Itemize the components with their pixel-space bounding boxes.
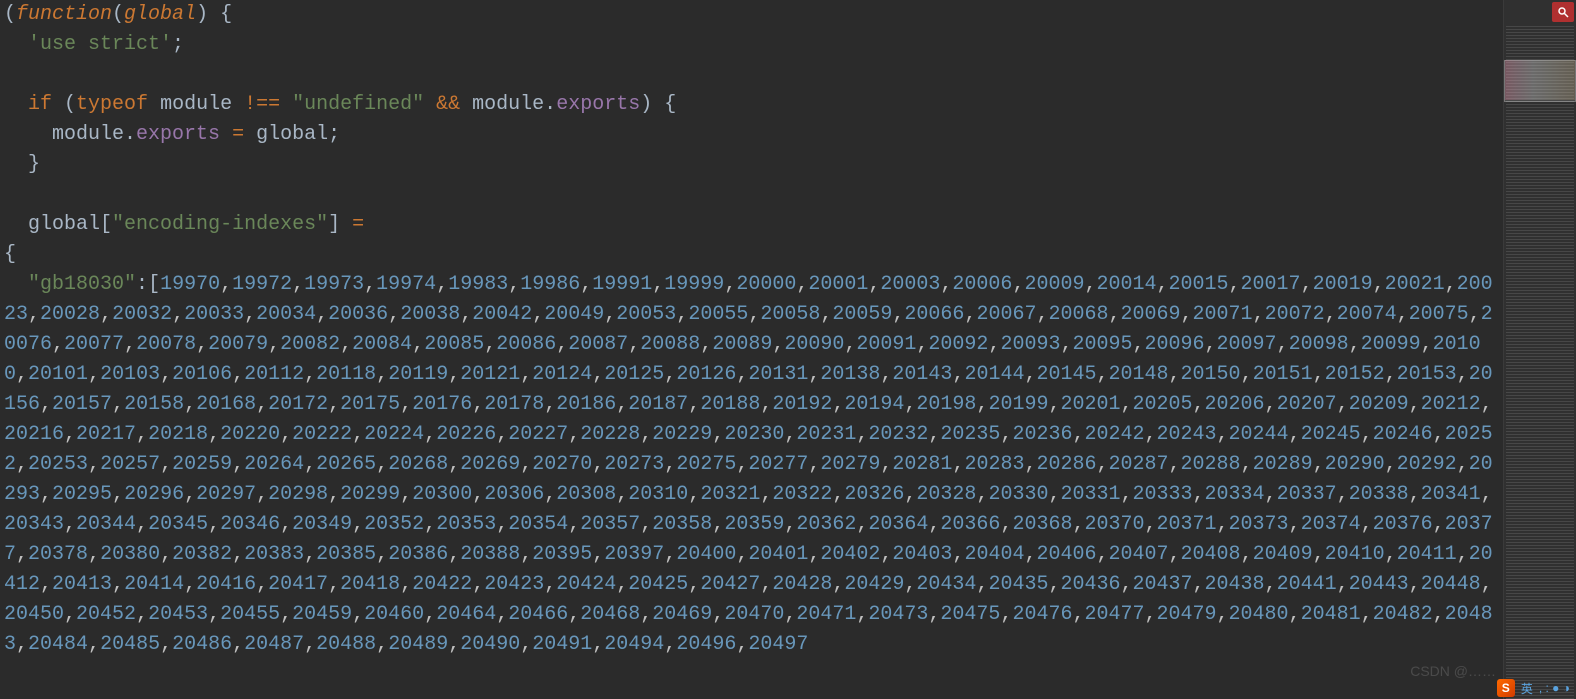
op-assign: =	[220, 123, 256, 146]
minimap[interactable]	[1503, 0, 1576, 699]
code-content: (function(global) { 'use strict'; if (ty…	[4, 0, 1499, 660]
keyword-typeof: typeof	[76, 93, 148, 116]
prop-exports: exports	[556, 93, 640, 116]
paren: (	[52, 93, 76, 116]
ime-language[interactable]: 英	[1521, 680, 1533, 697]
search-icon[interactable]	[1552, 2, 1574, 22]
paren: (	[4, 3, 16, 26]
ident-global: global	[28, 213, 100, 236]
system-tray[interactable]: S 英 , : ● ◑	[1491, 677, 1576, 699]
paren: ) {	[196, 3, 232, 26]
semicolon: ;	[172, 33, 184, 56]
code-editor[interactable]: (function(global) { 'use strict'; if (ty…	[0, 0, 1503, 699]
dot: .	[124, 123, 136, 146]
brace-close: }	[28, 153, 40, 176]
string-use-strict: 'use strict'	[28, 33, 172, 56]
bracket: ]	[328, 213, 340, 236]
op-ne: !==	[232, 93, 292, 116]
op-assign: =	[340, 213, 364, 236]
editor-workspace: (function(global) { 'use strict'; if (ty…	[0, 0, 1576, 699]
string-encoding-indexes: "encoding-indexes"	[112, 213, 328, 236]
tray-icons[interactable]: , : ● ◑	[1539, 681, 1570, 695]
minimap-content	[1506, 26, 1574, 699]
string-undefined: "undefined"	[292, 93, 424, 116]
colon: :	[136, 273, 148, 296]
paren: ) {	[640, 93, 676, 116]
ime-sogou-icon[interactable]: S	[1497, 679, 1515, 697]
keyword-if: if	[28, 93, 52, 116]
ident-module: module	[52, 123, 124, 146]
param-global: global	[124, 3, 196, 26]
keyword-function: function	[16, 3, 112, 26]
number-array: 19970,19972,19973,19974,19983,19986,1999…	[4, 273, 1493, 656]
brace-open: {	[4, 243, 16, 266]
dot: .	[544, 93, 556, 116]
prop-exports: exports	[136, 123, 220, 146]
minimap-viewport[interactable]	[1504, 60, 1576, 102]
bracket: [	[100, 213, 112, 236]
paren: (	[112, 3, 124, 26]
ident-global: global	[256, 123, 328, 146]
ident-module: module	[160, 93, 232, 116]
op-and: &&	[424, 93, 472, 116]
bracket: [	[148, 273, 160, 296]
key-gb18030: "gb18030"	[28, 273, 136, 296]
semicolon: ;	[328, 123, 340, 146]
space	[148, 93, 160, 116]
ident-module: module	[472, 93, 544, 116]
